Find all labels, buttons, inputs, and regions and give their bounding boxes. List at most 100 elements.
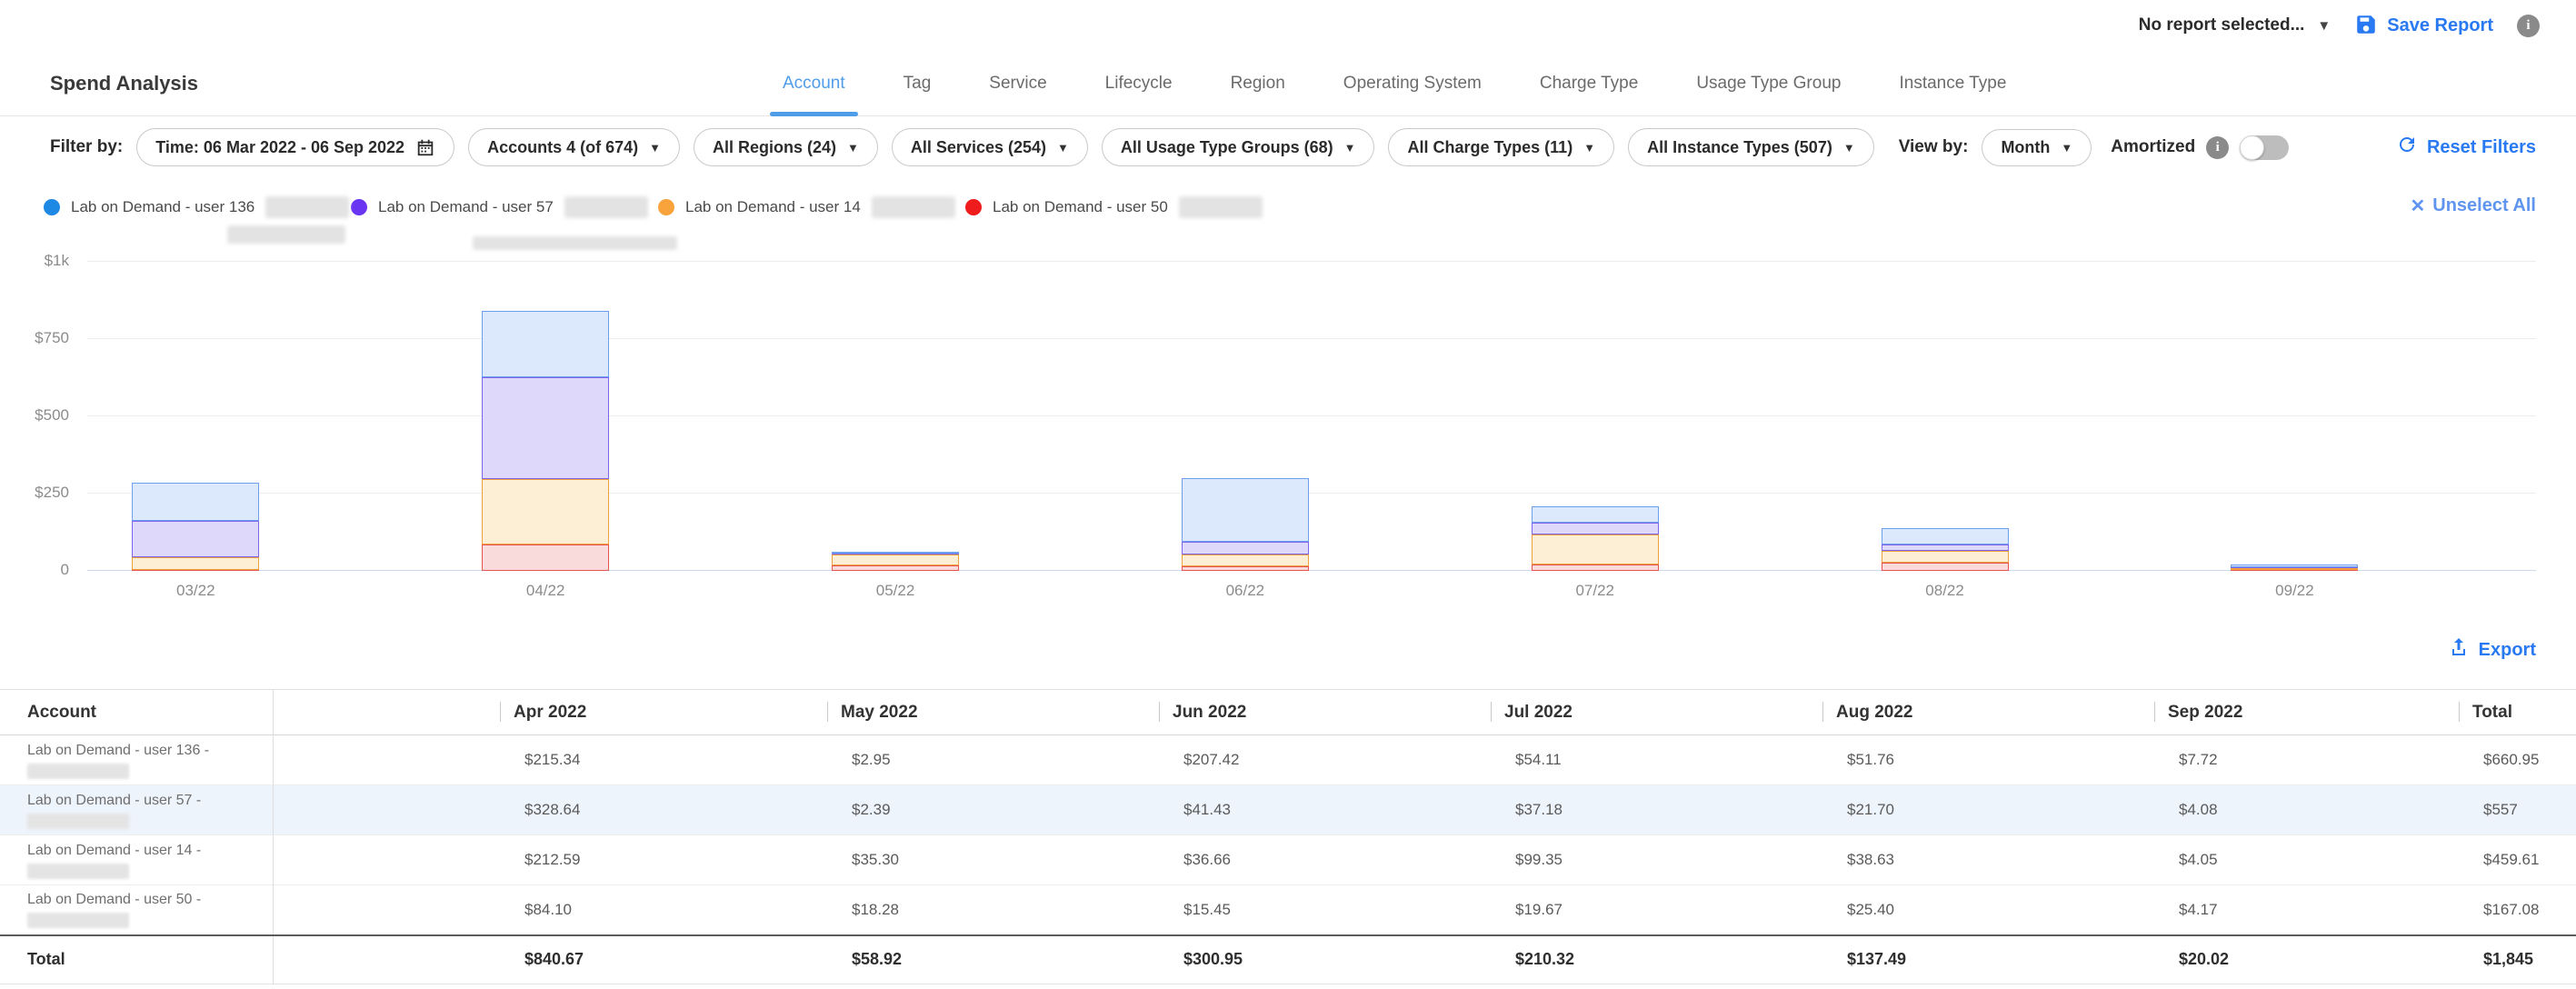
unselect-all-button[interactable]: ✕ Unselect All [2410, 195, 2536, 217]
reset-filters-label: Reset Filters [2427, 137, 2536, 158]
tab-account[interactable]: Account [777, 52, 851, 115]
filter-pill-accounts-4[interactable]: Accounts 4 (of 674)▼ [468, 128, 680, 166]
filter-pill-all-services[interactable]: All Services (254)▼ [892, 128, 1088, 166]
bar-segment-lab-on-demand-user-136[interactable] [1182, 478, 1309, 543]
bar-segment-lab-on-demand-user-136[interactable] [1882, 528, 2009, 544]
amortized-info-icon[interactable]: i [2206, 136, 2229, 159]
bar-segment-lab-on-demand-user-50[interactable] [1882, 563, 2009, 571]
cell-value: $51.76 [1822, 735, 2154, 785]
gridline [87, 493, 2536, 494]
bar-segment-lab-on-demand-user-57[interactable] [482, 377, 609, 479]
cell-value: $99.35 [1491, 835, 1822, 885]
reset-filters-button[interactable]: Reset Filters [2396, 134, 2536, 161]
tab-region[interactable]: Region [1225, 52, 1291, 115]
redacted-text [27, 864, 129, 879]
legend-label: Lab on Demand - user 14 [685, 198, 861, 216]
cell-value: $459.61 [2459, 835, 2576, 885]
column-header-label: Aug 2022 [1836, 703, 1912, 722]
gridline [87, 570, 2536, 571]
tab-charge-type[interactable]: Charge Type [1534, 52, 1643, 115]
bar-segment-lab-on-demand-user-14[interactable] [482, 479, 609, 544]
cell-value: $18.28 [827, 885, 1159, 935]
y-axis-label: $1k [45, 252, 69, 270]
amortized-label: Amortized [2111, 137, 2195, 157]
bar-segment-lab-on-demand-user-50[interactable] [832, 565, 959, 571]
total-cell-value: $300.95 [1159, 935, 1491, 984]
filter-pill-all-charge-types[interactable]: All Charge Types (11)▼ [1388, 128, 1614, 166]
tab-operating-system[interactable]: Operating System [1338, 52, 1487, 115]
cell-value: $7.72 [2154, 735, 2459, 785]
legend-item-lab-on-demand-user-14[interactable]: Lab on Demand - user 14 [658, 196, 965, 218]
redacted-text [27, 814, 129, 829]
x-axis-label: 03/22 [141, 582, 250, 600]
report-selector-dropdown[interactable]: No report selected... ▼ [2139, 15, 2331, 35]
legend-item-lab-on-demand-user-57[interactable]: Lab on Demand - user 57 [351, 196, 658, 218]
bar-segment-lab-on-demand-user-57[interactable] [1182, 542, 1309, 554]
column-header-total: Total [2459, 690, 2576, 735]
column-header-label: Apr 2022 [514, 703, 586, 722]
cell-value: $167.08 [2459, 885, 2576, 935]
bar-segment-lab-on-demand-user-136[interactable] [1532, 506, 1659, 523]
table-row: Lab on Demand - user 57 -$328.64$2.39$41… [0, 785, 2576, 835]
account-name: Lab on Demand - user 50 - [27, 892, 201, 907]
chevron-down-icon: ▼ [649, 141, 661, 155]
export-label: Export [2479, 640, 2536, 661]
report-selector-value: No report selected... [2139, 15, 2305, 35]
cell-value: $328.64 [500, 785, 827, 835]
filter-pill-all-usage-type-groups[interactable]: All Usage Type Groups (68)▼ [1102, 128, 1375, 166]
bar-segment-lab-on-demand-user-14[interactable] [832, 554, 959, 565]
chevron-down-icon: ▼ [2061, 141, 2072, 155]
filter-pill-label: All Regions (24) [713, 138, 836, 157]
spend-analysis-app: { "topbar": { "report_selector": "No rep… [0, 0, 2576, 989]
tab-tag[interactable]: Tag [898, 52, 937, 115]
tab-lifecycle[interactable]: Lifecycle [1100, 52, 1178, 115]
bar-segment-lab-on-demand-user-136[interactable] [482, 311, 609, 377]
column-header-label: Jun 2022 [1173, 703, 1246, 722]
filter-pill-time-06-mar-2022-06-sep-2022[interactable]: Time: 06 Mar 2022 - 06 Sep 2022 [136, 128, 454, 166]
bar-segment-lab-on-demand-user-136[interactable] [2231, 564, 2358, 567]
bar-segment-lab-on-demand-user-50[interactable] [1532, 564, 1659, 571]
refresh-icon [2396, 134, 2418, 161]
cell-value: $37.18 [1491, 785, 1822, 835]
column-divider [1491, 702, 1492, 722]
bar-segment-lab-on-demand-user-50[interactable] [1182, 566, 1309, 571]
column-header-account: Account [0, 690, 273, 735]
column-header-label: May 2022 [841, 703, 918, 722]
bar-segment-lab-on-demand-user-14[interactable] [1182, 554, 1309, 565]
info-icon[interactable]: i [2517, 15, 2540, 37]
bar-segment-lab-on-demand-user-136[interactable] [132, 483, 259, 520]
account-cell: Lab on Demand - user 50 - [0, 885, 273, 935]
cell-value: $2.39 [827, 785, 1159, 835]
legend-item-lab-on-demand-user-50[interactable]: Lab on Demand - user 50 [965, 196, 1273, 218]
redacted-text [872, 196, 955, 218]
tab-usage-type-group[interactable]: Usage Type Group [1691, 52, 1846, 115]
bar-segment-lab-on-demand-user-14[interactable] [1532, 534, 1659, 565]
bar-segment-lab-on-demand-user-57[interactable] [132, 521, 259, 557]
bar-segment-lab-on-demand-user-57[interactable] [1532, 523, 1659, 534]
bar-segment-lab-on-demand-user-14[interactable] [1882, 551, 2009, 563]
tab-instance-type[interactable]: Instance Type [1893, 52, 2012, 115]
redacted-text [27, 764, 129, 779]
view-by-label: View by: [1899, 137, 1969, 157]
bar-segment-lab-on-demand-user-50[interactable] [482, 544, 609, 571]
column-divider [2459, 702, 2460, 722]
amortized-toggle[interactable] [2240, 135, 2289, 160]
view-by-dropdown[interactable]: Month ▼ [1982, 129, 2092, 166]
export-button[interactable]: Export [2448, 636, 2536, 664]
legend-label: Lab on Demand - user 57 [378, 198, 554, 216]
filter-pill-all-regions[interactable]: All Regions (24)▼ [694, 128, 878, 166]
cell-spacer [273, 785, 500, 835]
bar-segment-lab-on-demand-user-57[interactable] [1882, 544, 2009, 551]
bar-segment-lab-on-demand-user-14[interactable] [132, 557, 259, 570]
bar-segment-lab-on-demand-user-136[interactable] [832, 552, 959, 554]
tab-service[interactable]: Service [983, 52, 1052, 115]
column-header-may-2022: May 2022 [827, 690, 1159, 735]
legend-label: Lab on Demand - user 50 [993, 198, 1168, 216]
gridline [87, 415, 2536, 416]
plot-area: 03/2204/2205/2206/2207/2208/2209/22 [87, 262, 2536, 571]
filter-pill-all-instance-types[interactable]: All Instance Types (507)▼ [1628, 128, 1874, 166]
filter-pills: Time: 06 Mar 2022 - 06 Sep 2022 Accounts … [136, 128, 1873, 166]
save-report-button[interactable]: Save Report [2354, 13, 2493, 39]
legend-item-lab-on-demand-user-136[interactable]: Lab on Demand - user 136 [44, 196, 351, 218]
column-divider [500, 702, 501, 722]
